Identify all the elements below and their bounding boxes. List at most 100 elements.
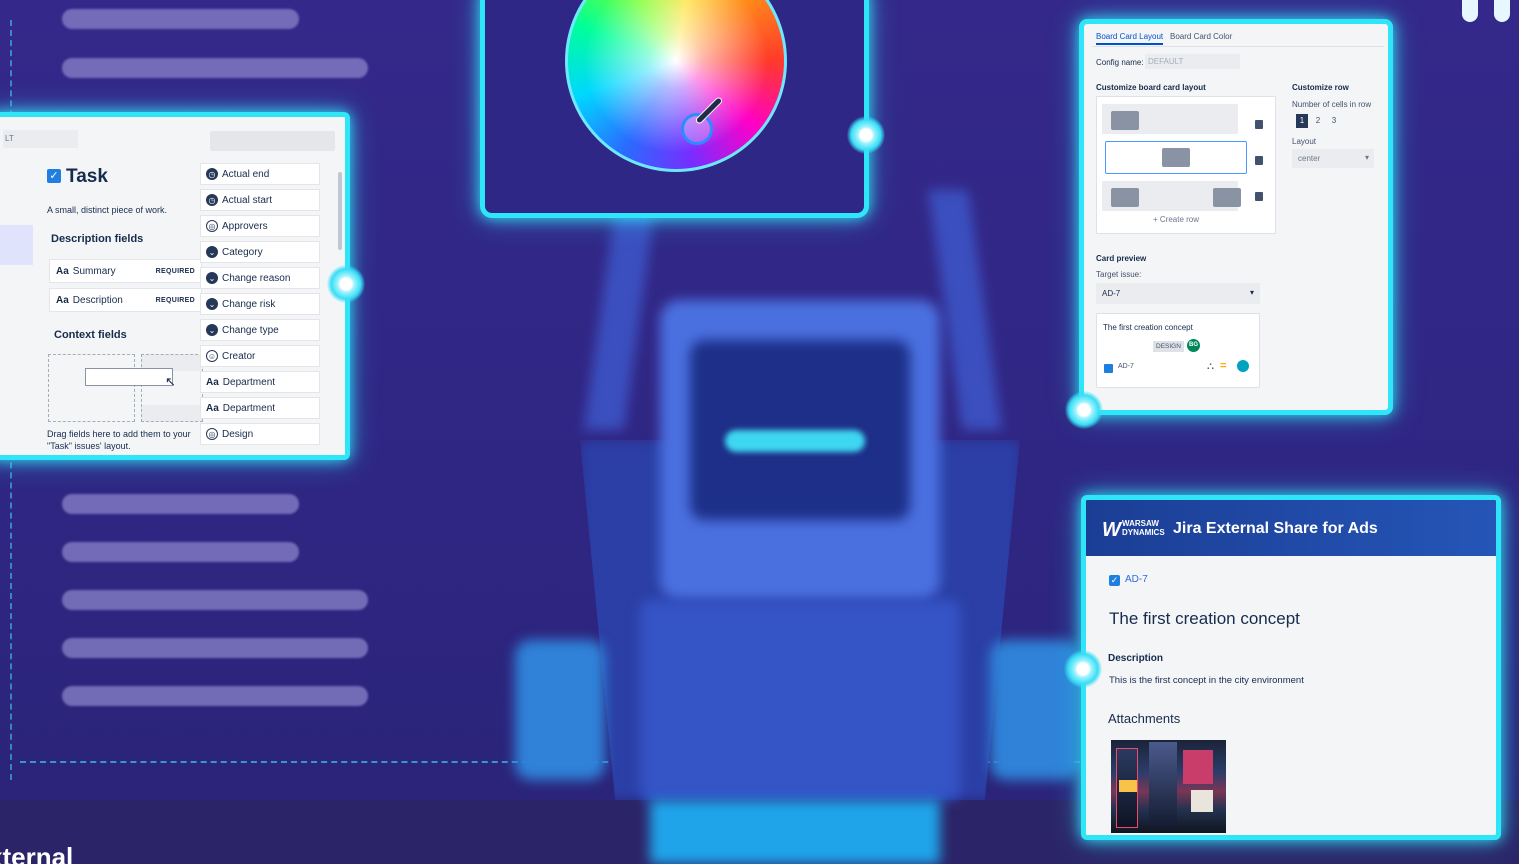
scrollbar[interactable] — [338, 172, 342, 250]
sidebar-highlight — [0, 225, 33, 265]
field-label: Change type — [222, 324, 279, 336]
target-icon: ◎ — [206, 428, 218, 440]
field-item[interactable]: Aa Department — [200, 397, 320, 419]
field-item[interactable]: ◷ Actual end — [200, 163, 320, 185]
field-item[interactable]: ⌄ Change risk — [200, 293, 320, 315]
share-header: W WARSAW DYNAMICS Jira External Share fo… — [1086, 500, 1496, 556]
summary-field[interactable]: Aa Summary REQUIRED — [49, 259, 202, 283]
layout-select[interactable]: center ▾ — [1292, 149, 1374, 168]
corner-bars — [1494, 0, 1510, 22]
task-checkbox[interactable]: ✓ — [47, 169, 61, 183]
task-title: Task — [66, 166, 108, 187]
connector-node — [847, 116, 885, 154]
section-heading: Card preview — [1096, 254, 1147, 263]
field-label: Actual start — [222, 194, 273, 206]
field-item[interactable]: Aa Department — [200, 371, 320, 393]
layout-cell[interactable] — [1213, 188, 1241, 207]
field-item[interactable]: ◷ Actual start — [200, 189, 320, 211]
target-icon: ◎ — [206, 220, 218, 232]
placeholder-line — [62, 542, 299, 562]
required-badge: REQUIRED — [155, 296, 195, 304]
field-label: Design — [222, 428, 254, 440]
target-issue-select[interactable]: AD-7 ▾ — [1096, 283, 1260, 304]
field-label: Change risk — [222, 298, 276, 310]
drop-zone[interactable] — [48, 354, 135, 422]
logo-text: WARSAW DYNAMICS — [1122, 519, 1165, 537]
drag-hint: Drag fields here to add them to your "Ta… — [47, 429, 191, 451]
design-label: DESIGN — [1153, 341, 1184, 352]
field-item[interactable]: ◎ Design — [200, 423, 320, 445]
city-building — [1149, 742, 1177, 828]
clock-icon: ◷ — [206, 194, 218, 206]
placeholder-line — [62, 590, 368, 610]
placeholder-line — [62, 638, 368, 658]
cell-option-1[interactable]: 1 — [1296, 114, 1308, 128]
issue-key: AD-7 — [1118, 363, 1134, 370]
avatar: BG — [1187, 339, 1200, 352]
attachments-heading: Attachments — [1108, 711, 1181, 726]
field-label: Change reason — [222, 272, 291, 284]
trash-icon[interactable] — [1255, 192, 1263, 201]
placeholder-line — [62, 494, 299, 514]
field-label: Creator — [222, 350, 256, 362]
priority-medium-icon: = — [1220, 360, 1227, 372]
select-value: center — [1298, 154, 1321, 163]
field-item[interactable]: ◎ Approvers — [200, 215, 320, 237]
section-heading: Customize row — [1292, 83, 1349, 92]
task-checkbox — [1104, 364, 1113, 373]
dragged-field[interactable] — [85, 368, 173, 386]
field-item[interactable]: ⌄ Change reason — [200, 267, 320, 289]
corner-bars — [1462, 0, 1478, 22]
tab-divider — [1092, 46, 1384, 47]
config-tab[interactable]: LT — [3, 130, 78, 148]
text-aa-icon: Aa — [56, 265, 69, 277]
city-billboard — [1183, 750, 1213, 784]
connector-node — [1065, 391, 1103, 429]
attachment-thumbnail[interactable] — [1111, 740, 1226, 833]
description-text: This is the first concept in the city en… — [1109, 675, 1304, 686]
tab-board-card-color[interactable]: Board Card Color — [1170, 32, 1232, 41]
placeholder-line — [62, 9, 299, 29]
chevron-circle-icon: ⌄ — [206, 272, 218, 284]
field-label: Department — [222, 402, 276, 414]
field-label: Department — [222, 376, 276, 388]
field-item[interactable]: ⌄ Category — [200, 241, 320, 263]
color-wheel[interactable] — [565, 0, 787, 172]
layout-cell[interactable] — [1111, 188, 1139, 207]
preview-card[interactable]: The first creation concept DESIGN BG AD-… — [1096, 313, 1260, 388]
assignee-avatar — [1237, 360, 1249, 372]
create-row-button[interactable]: + Create row — [1153, 215, 1199, 224]
config-name-input[interactable]: DEFAULT — [1145, 54, 1240, 69]
section-heading: Customize board card layout — [1096, 83, 1206, 92]
task-checkbox: ✓ — [1109, 575, 1120, 586]
chevron-circle-icon: ⌄ — [206, 298, 218, 310]
trash-icon[interactable] — [1255, 156, 1263, 165]
hierarchy-icon: ⛬ — [1207, 361, 1214, 372]
trash-icon[interactable] — [1255, 120, 1263, 129]
jira-external-share-panel: W WARSAW DYNAMICS Jira External Share fo… — [1081, 495, 1501, 840]
layout-cell[interactable] — [1111, 111, 1139, 130]
layout-cell[interactable] — [1162, 148, 1190, 167]
field-item[interactable]: ⌄ Change type — [200, 319, 320, 341]
cell-option-3[interactable]: 3 — [1328, 114, 1340, 128]
city-billboard — [1191, 790, 1213, 812]
field-label: Description — [72, 294, 123, 306]
user-circle-icon: ☺ — [206, 350, 218, 362]
robot-eye — [725, 430, 865, 452]
text-aa-icon: Aa — [206, 402, 219, 414]
field-item[interactable]: ☺ Creator — [200, 345, 320, 367]
description-field[interactable]: Aa Description REQUIRED — [49, 288, 202, 312]
description-heading: Description — [1108, 653, 1164, 664]
tab-board-card-layout[interactable]: Board Card Layout — [1096, 32, 1164, 45]
section-heading: Context fields — [54, 329, 127, 341]
connector-node — [327, 265, 365, 303]
footer-partial-heading: xternal — [0, 842, 74, 864]
placeholder-line — [62, 686, 368, 706]
issue-key[interactable]: AD-7 — [1125, 574, 1148, 585]
config-label: Config name: — [1096, 58, 1144, 67]
warsaw-dynamics-logo: W — [1102, 519, 1121, 541]
city-building — [1119, 780, 1137, 792]
search-box[interactable] — [210, 131, 335, 151]
cell-option-2[interactable]: 2 — [1312, 114, 1324, 128]
placeholder-line — [62, 58, 368, 78]
